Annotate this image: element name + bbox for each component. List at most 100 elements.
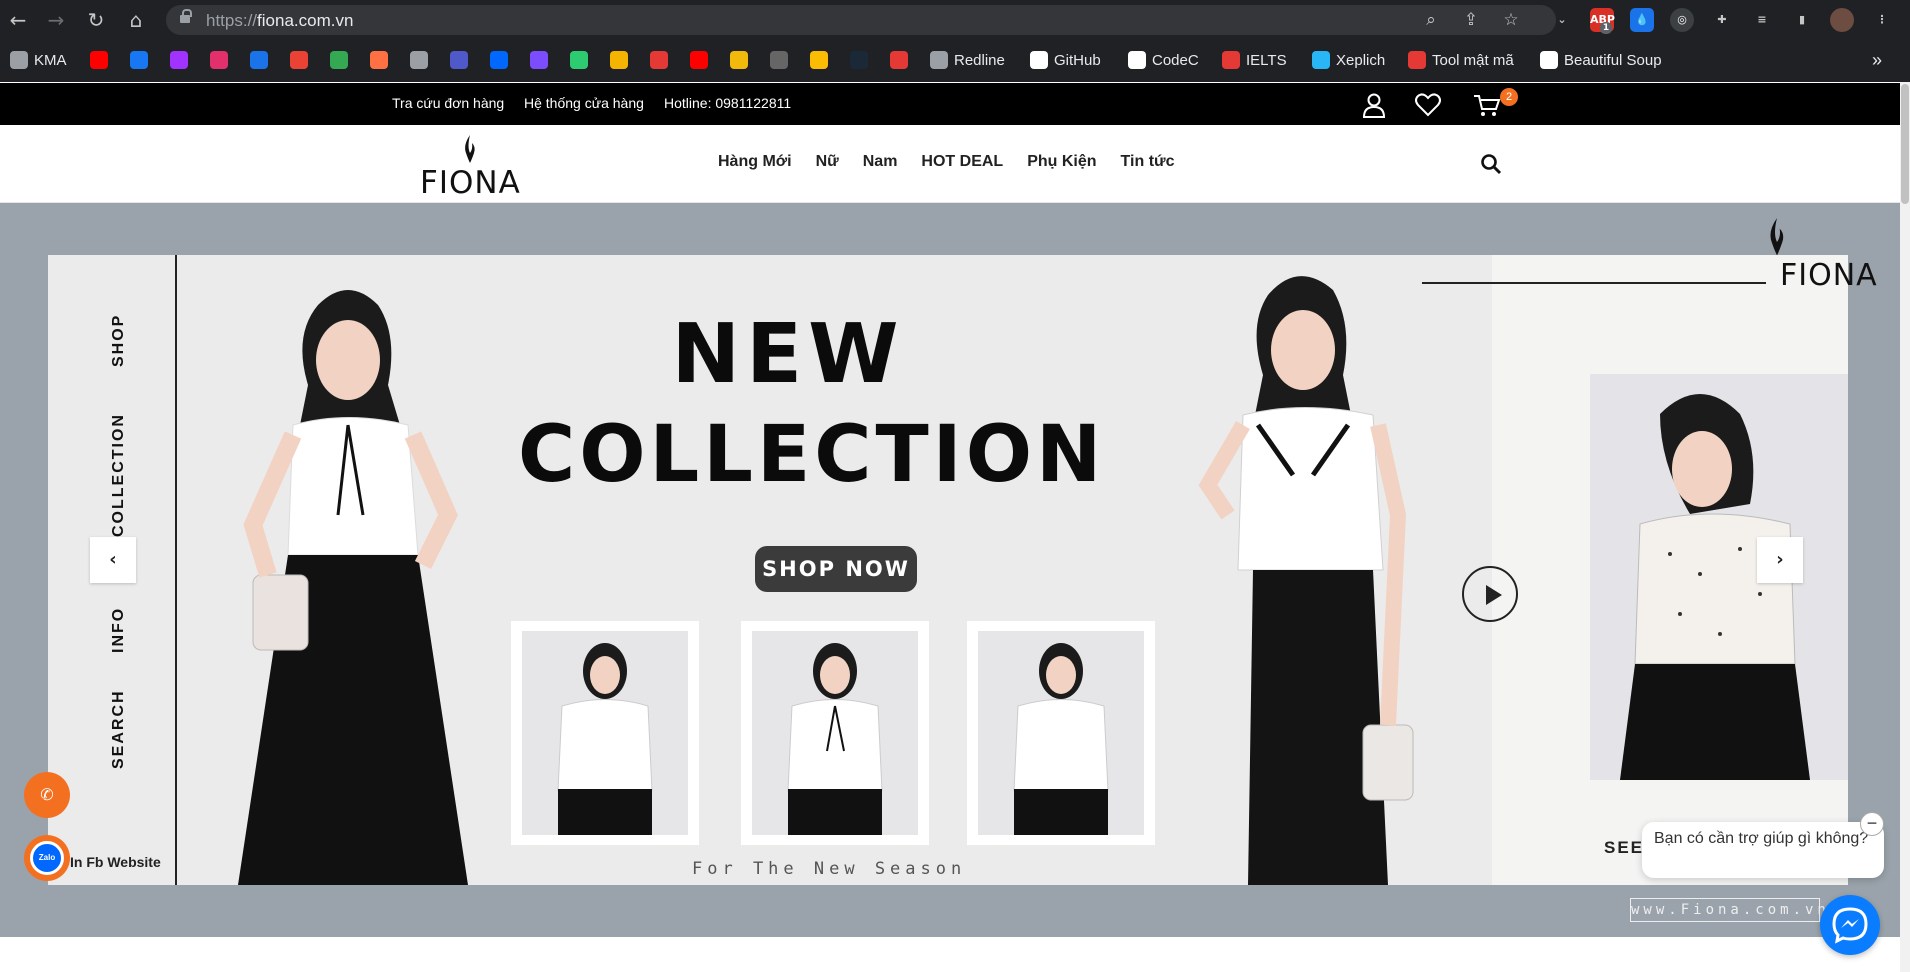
phone-call-button[interactable]: ✆: [24, 772, 70, 818]
product-thumb-2[interactable]: [741, 621, 929, 845]
bookmark-item[interactable]: GitHub: [1030, 48, 1101, 72]
chat-close-button[interactable]: −: [1860, 812, 1884, 836]
fiona-logo[interactable]: FIONA: [420, 135, 520, 201]
user-icon[interactable]: [1359, 90, 1389, 120]
product-thumb-1[interactable]: [511, 621, 699, 845]
zalo-icon: Zalo: [30, 841, 64, 875]
bookmark-item[interactable]: Xeplich: [1312, 48, 1385, 72]
menu-item-hot-deal[interactable]: HOT DEAL: [921, 153, 1003, 171]
address-row: ← → ↻ ⌂ https://fiona.com.vn ⌕ ⇪ ☆ ⌄ ABP…: [0, 0, 1910, 40]
bookmark-item[interactable]: [370, 48, 388, 72]
bookmark-item[interactable]: [130, 48, 148, 72]
star-icon[interactable]: ☆: [1500, 9, 1522, 31]
bookmark-item[interactable]: [210, 48, 228, 72]
chat-prompt-bubble[interactable]: Bạn có cần trợ giúp gì không?: [1642, 822, 1884, 878]
bookmark-item[interactable]: Redline: [930, 48, 1005, 72]
puzzle-icon[interactable]: ✚: [1710, 8, 1734, 32]
bookmark-item[interactable]: [570, 48, 588, 72]
messenger-icon: [1832, 907, 1868, 944]
scrollbar-thumb[interactable]: [1901, 84, 1909, 204]
bookmark-item[interactable]: [690, 48, 708, 72]
bookmark-item[interactable]: Tool mật mã: [1408, 48, 1514, 72]
bookmark-item[interactable]: KMA: [10, 48, 67, 72]
heart-icon[interactable]: [1413, 90, 1443, 120]
bookmark-favicon-icon: [10, 51, 28, 69]
menu-item-new-arrivals[interactable]: Hàng Mới: [718, 153, 792, 171]
hotline-link[interactable]: Hotline: 0981122811: [664, 95, 791, 111]
bookmark-item[interactable]: [730, 48, 748, 72]
share-icon[interactable]: ⇪: [1460, 9, 1482, 31]
hero-banner[interactable]: SHOP COLLECTION INFO SEARCH NEW COLLECTI…: [48, 255, 1848, 885]
globe-extension-icon[interactable]: ◎: [1670, 8, 1694, 32]
slider-prev-button[interactable]: ‹: [90, 537, 136, 583]
bookmark-item[interactable]: [610, 48, 628, 72]
store-system-link[interactable]: Hệ thống cửa hàng: [524, 95, 644, 111]
cart-icon[interactable]: [1472, 90, 1502, 120]
bookmark-item[interactable]: [410, 48, 428, 72]
play-video-button[interactable]: [1462, 566, 1518, 622]
side-product-image[interactable]: [1590, 374, 1848, 780]
media-control-icon[interactable]: ≡: [1750, 8, 1774, 32]
website-watermark: www.Fiona.com.vn: [1630, 898, 1826, 922]
bookmarks-overflow-button[interactable]: »: [1872, 48, 1882, 72]
menu-item-accessories[interactable]: Phụ Kiện: [1027, 153, 1096, 171]
forward-arrow-icon[interactable]: →: [44, 8, 68, 32]
bookmark-item[interactable]: Beautiful Soup: [1540, 48, 1662, 72]
product-thumb-3[interactable]: [967, 621, 1155, 845]
bookmark-item[interactable]: [90, 48, 108, 72]
bookmark-item[interactable]: [170, 48, 188, 72]
bookmark-favicon-icon: [850, 51, 868, 69]
bookmark-label: IELTS: [1246, 51, 1287, 69]
tab-search-icon[interactable]: ⌄: [1550, 8, 1574, 32]
bookmark-item[interactable]: [290, 48, 308, 72]
bookmark-item[interactable]: [530, 48, 548, 72]
menu-item-men[interactable]: Nam: [863, 153, 898, 171]
shop-now-button[interactable]: SHOP NOW: [755, 546, 917, 592]
zalo-chat-button[interactable]: Zalo: [24, 835, 70, 881]
bookmark-item[interactable]: [770, 48, 788, 72]
bookmark-favicon-icon: [730, 51, 748, 69]
bookmark-label: CodeC: [1152, 51, 1199, 69]
bookmark-item[interactable]: CodeC: [1128, 48, 1199, 72]
bookmark-item[interactable]: [450, 48, 468, 72]
phone-icon: ✆: [40, 785, 54, 804]
menu-item-women[interactable]: Nữ: [816, 153, 839, 171]
back-arrow-icon[interactable]: ←: [6, 8, 30, 32]
slider-next-button[interactable]: ›: [1757, 537, 1803, 583]
messenger-button[interactable]: [1820, 895, 1880, 955]
main-menu: Hàng Mới Nữ Nam HOT DEAL Phụ Kiện Tin tứ…: [718, 153, 1175, 171]
bookmark-item[interactable]: [850, 48, 868, 72]
bookmark-favicon-icon: [250, 51, 268, 69]
bookmark-favicon-icon: [130, 51, 148, 69]
zoom-icon[interactable]: ⌕: [1420, 9, 1442, 31]
bookmark-label: Beautiful Soup: [1564, 51, 1662, 69]
bookmark-item[interactable]: [490, 48, 508, 72]
profile-avatar[interactable]: [1830, 8, 1854, 32]
flame-logo-icon: [465, 135, 475, 163]
season-tagline: For The New Season: [692, 859, 967, 879]
sidebar-toggle-icon[interactable]: ▮: [1790, 8, 1814, 32]
home-icon[interactable]: ⌂: [124, 8, 148, 32]
bookmark-item[interactable]: [650, 48, 668, 72]
order-lookup-link[interactable]: Tra cứu đơn hàng: [392, 95, 504, 111]
hero-headline: NEW COLLECTION: [518, 305, 1101, 505]
reload-icon[interactable]: ↻: [84, 8, 108, 32]
url-text[interactable]: https://fiona.com.vn: [206, 11, 353, 31]
side-divider: [175, 255, 177, 885]
search-icon[interactable]: [1480, 153, 1502, 175]
drop-extension-icon[interactable]: 💧: [1630, 8, 1654, 32]
page-scrollbar[interactable]: [1900, 82, 1910, 972]
brand-rule-line: [1422, 282, 1766, 284]
bookmark-item[interactable]: [330, 48, 348, 72]
bookmark-item[interactable]: [890, 48, 908, 72]
kebab-menu-icon[interactable]: ⋮: [1870, 8, 1894, 32]
bookmark-favicon-icon: [370, 51, 388, 69]
site-header: FIONA Hàng Mới Nữ Nam HOT DEAL Phụ Kiện …: [0, 125, 1900, 203]
bookmark-item[interactable]: [810, 48, 828, 72]
menu-item-news[interactable]: Tin tức: [1121, 153, 1175, 171]
bookmark-item[interactable]: [250, 48, 268, 72]
bookmark-favicon-icon: [170, 51, 188, 69]
address-bar[interactable]: https://fiona.com.vn ⌕ ⇪ ☆: [166, 5, 1556, 35]
bookmark-item[interactable]: IELTS: [1222, 48, 1287, 72]
lock-icon[interactable]: [180, 9, 192, 25]
